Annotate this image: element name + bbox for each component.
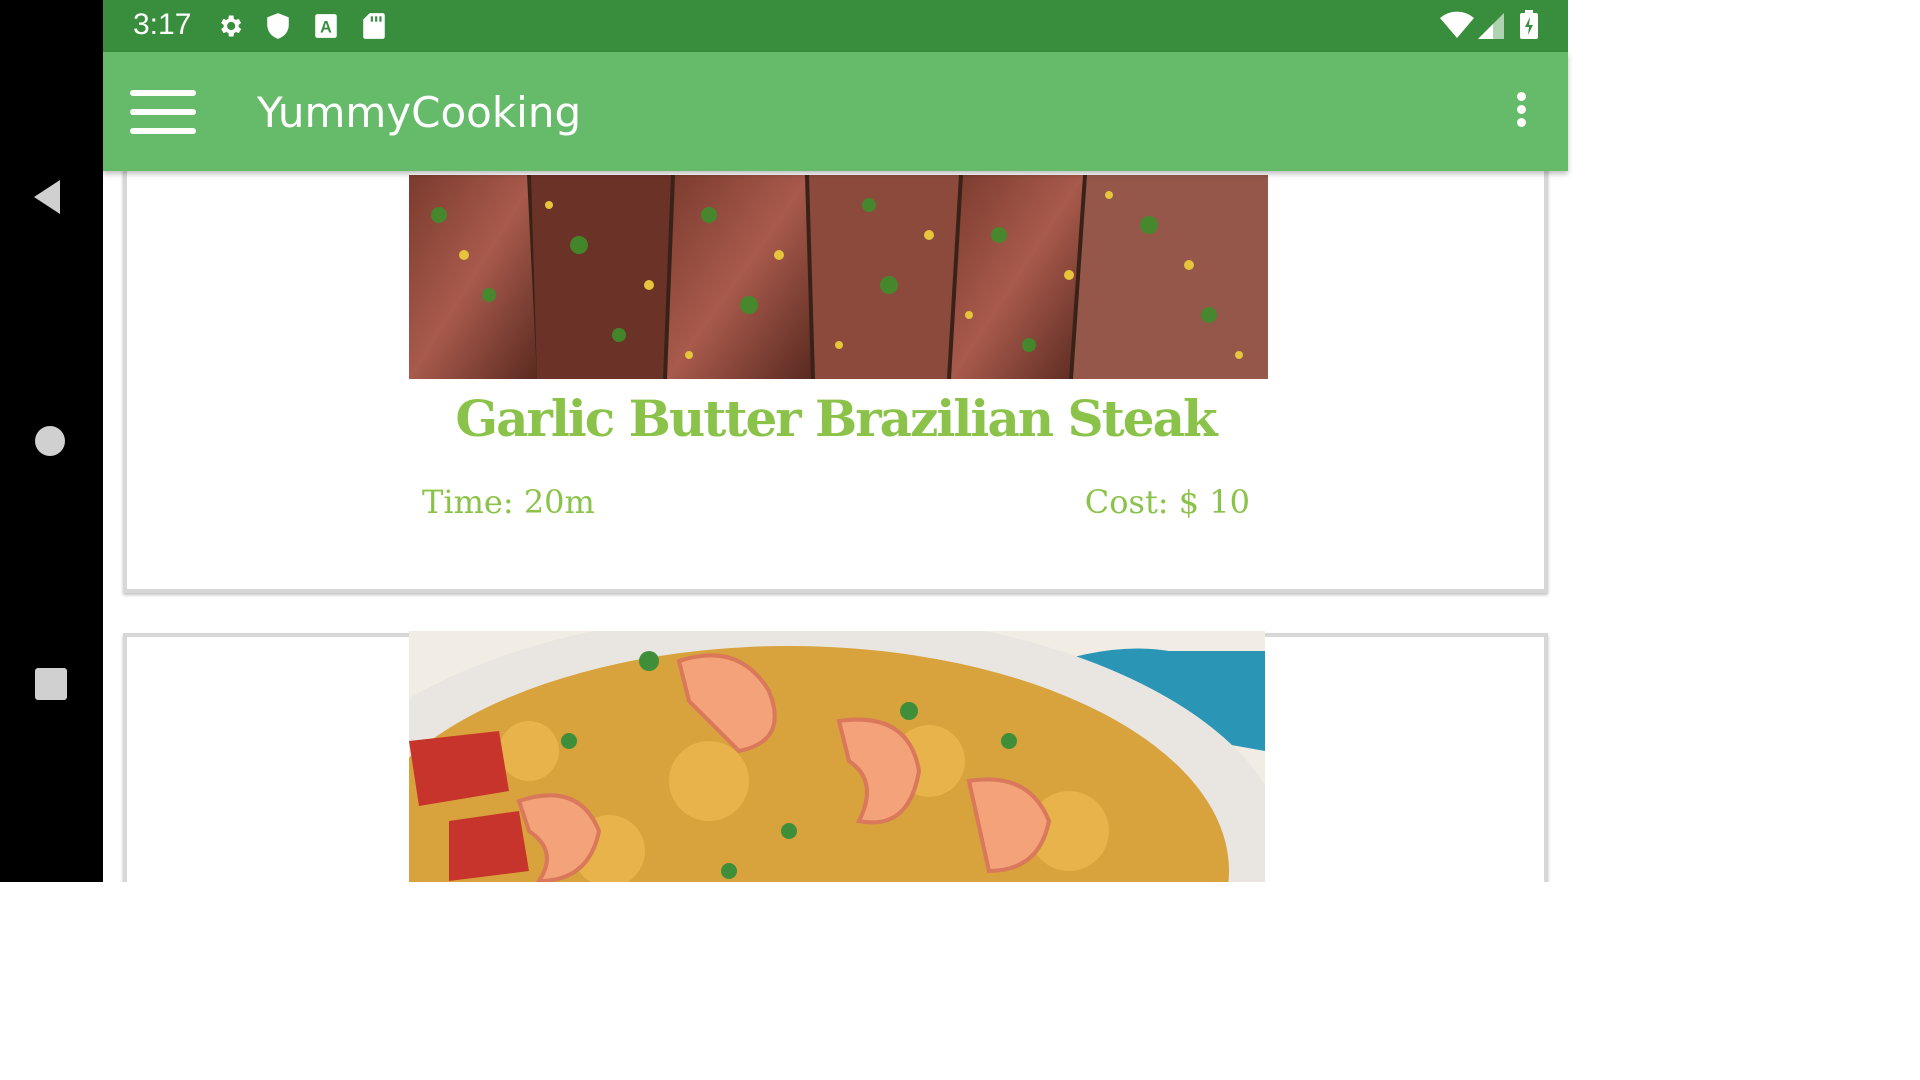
system-navigation-bar — [0, 0, 103, 882]
shield-icon — [265, 12, 291, 45]
recipe-cost: Cost: $ 10 — [1084, 483, 1250, 521]
signal-icon — [1477, 12, 1505, 45]
recipe-card[interactable]: Garlic Butter Brazilian Steak Time: 20m … — [123, 171, 1548, 593]
a-icon: A — [313, 12, 339, 45]
recents-icon[interactable] — [26, 664, 72, 706]
hamburger-menu-icon[interactable] — [130, 90, 196, 134]
home-icon[interactable] — [26, 420, 72, 462]
status-time: 3:17 — [133, 8, 192, 41]
recipe-list[interactable]: Garlic Butter Brazilian Steak Time: 20m … — [103, 171, 1568, 882]
recipe-title: Garlic Butter Brazilian Steak — [455, 389, 1217, 448]
status-bar: 3:17 A — [103, 0, 1568, 52]
recipe-time: Time: 20m — [422, 483, 595, 521]
battery-icon — [1519, 10, 1539, 45]
recipe-card[interactable] — [123, 631, 1548, 882]
app-title: YummyCooking — [257, 88, 582, 137]
recipe-image-steak — [409, 175, 1268, 379]
svg-text:A: A — [320, 18, 332, 36]
wifi-icon — [1439, 10, 1475, 45]
app-bar: YummyCooking — [103, 52, 1568, 171]
sd-card-icon — [361, 12, 387, 45]
back-icon[interactable] — [26, 176, 72, 218]
more-vert-icon[interactable] — [1507, 92, 1535, 132]
settings-icon — [216, 12, 244, 45]
recipe-image-paella — [409, 631, 1265, 882]
